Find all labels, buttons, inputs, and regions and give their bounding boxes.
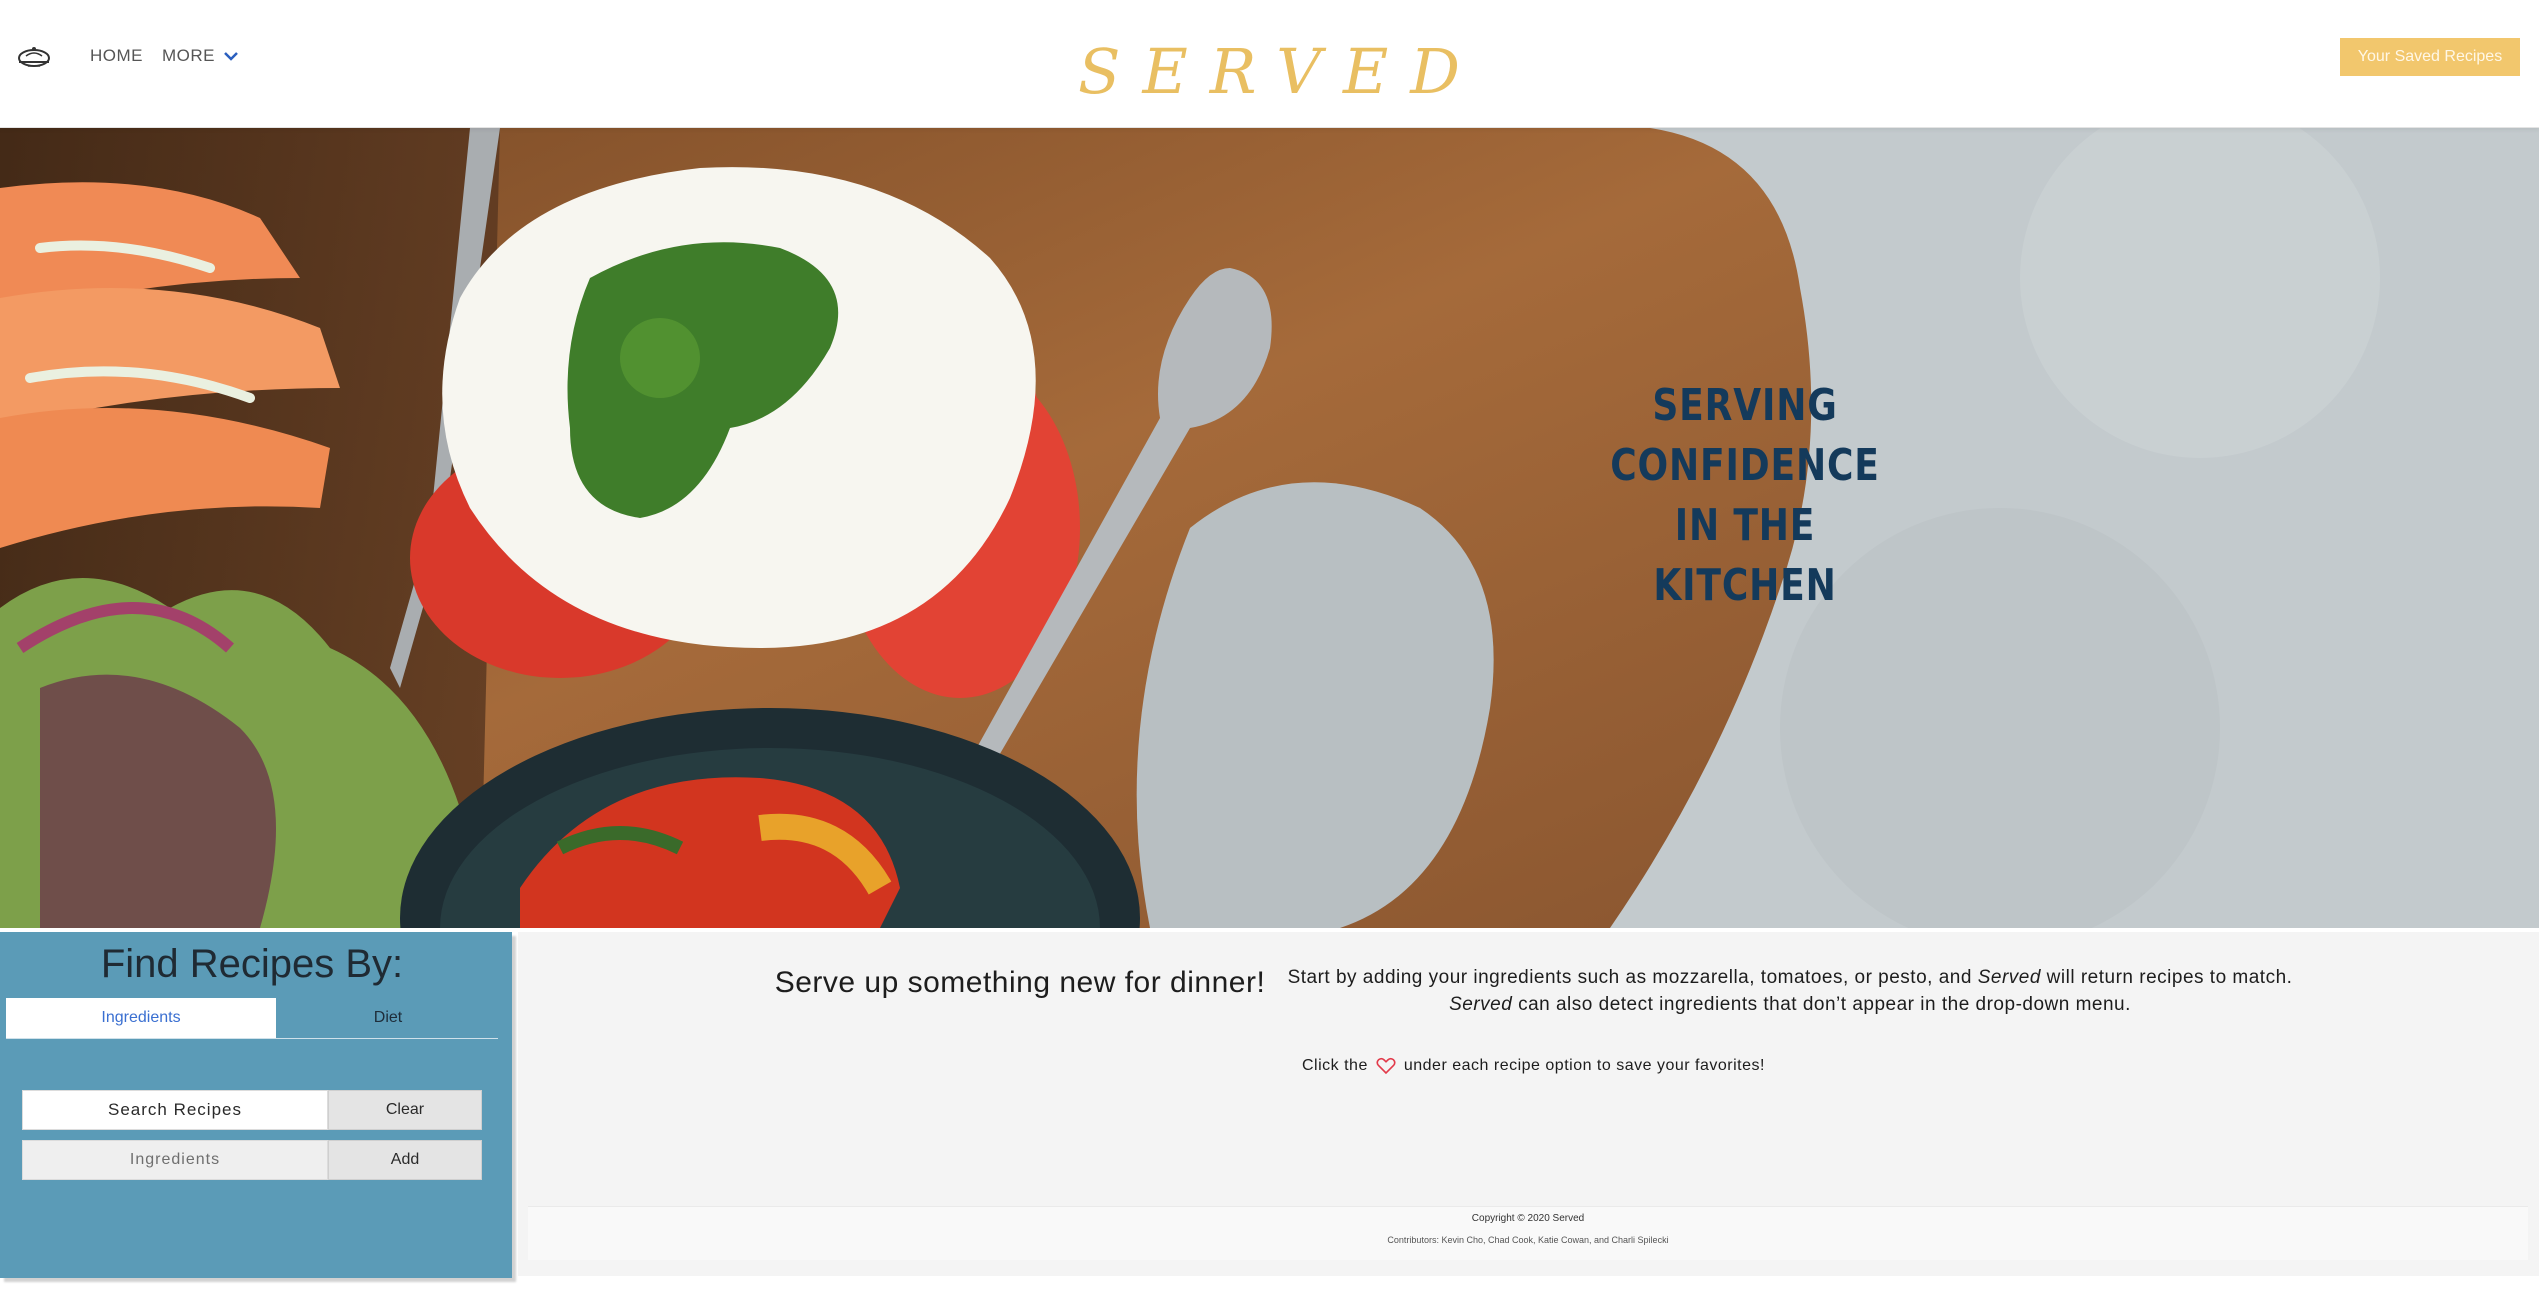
find-recipes-panel: Find Recipes By: Ingredients Diet Search… [0,932,512,1278]
tab-diet[interactable]: Diet [278,998,498,1038]
description-line-2: Served can also detect ingredients that … [1449,994,2131,1015]
search-recipes-button[interactable]: Search Recipes [22,1090,328,1130]
site-footer: Copyright © 2020 Served Contributors: Ke… [528,1206,2528,1260]
hero-food-photo [0,128,2539,928]
hero-banner: SERVING CONFIDENCE IN THE KITCHEN [0,128,2539,928]
favorite-hint-post: under each recipe option to save your fa… [1403,1057,1765,1074]
chevron-down-icon [224,52,238,61]
copyright-text: Copyright © 2020 Served [1471,1213,1585,1224]
favorite-hint-pre: Click the [1302,1057,1368,1074]
section-headline: Serve up something new for dinner! [774,966,1266,999]
hero-headline-line: SERVING CONFIDENCE [1610,380,1880,491]
heart-icon [1376,1057,1396,1075]
add-ingredient-button[interactable]: Add [328,1140,482,1180]
favorite-hint: Click the under each recipe option to sa… [1302,1057,1765,1075]
intro-description: Start by adding your ingredients such as… [1270,964,2310,1018]
hero-headline-line: KITCHEN [1653,560,1837,611]
hero-headline: SERVING CONFIDENCE IN THE KITCHEN [1520,376,1971,616]
site-header: HOME MORE SERVED Your Saved Recipes [0,0,2539,128]
contributors-text: Contributors: Kevin Cho, Chad Cook, Kati… [1387,1235,1669,1245]
nav-more-label: MORE [162,46,215,65]
hero-headline-line: IN THE [1674,500,1816,551]
tab-divider [6,1038,498,1039]
clear-button[interactable]: Clear [328,1090,482,1130]
saved-recipes-button[interactable]: Your Saved Recipes [2340,38,2520,76]
panel-title: Find Recipes By: [100,942,404,986]
tab-ingredients[interactable]: Ingredients [6,998,276,1038]
cloche-icon[interactable] [16,42,52,72]
brand-logo-text[interactable]: SERVED [1000,36,1560,108]
description-line-1: Start by adding your ingredients such as… [1287,967,2293,988]
ingredients-input[interactable] [22,1140,328,1180]
nav-more-menu[interactable]: MORE [162,46,239,66]
nav-home-link[interactable]: HOME [90,46,143,66]
